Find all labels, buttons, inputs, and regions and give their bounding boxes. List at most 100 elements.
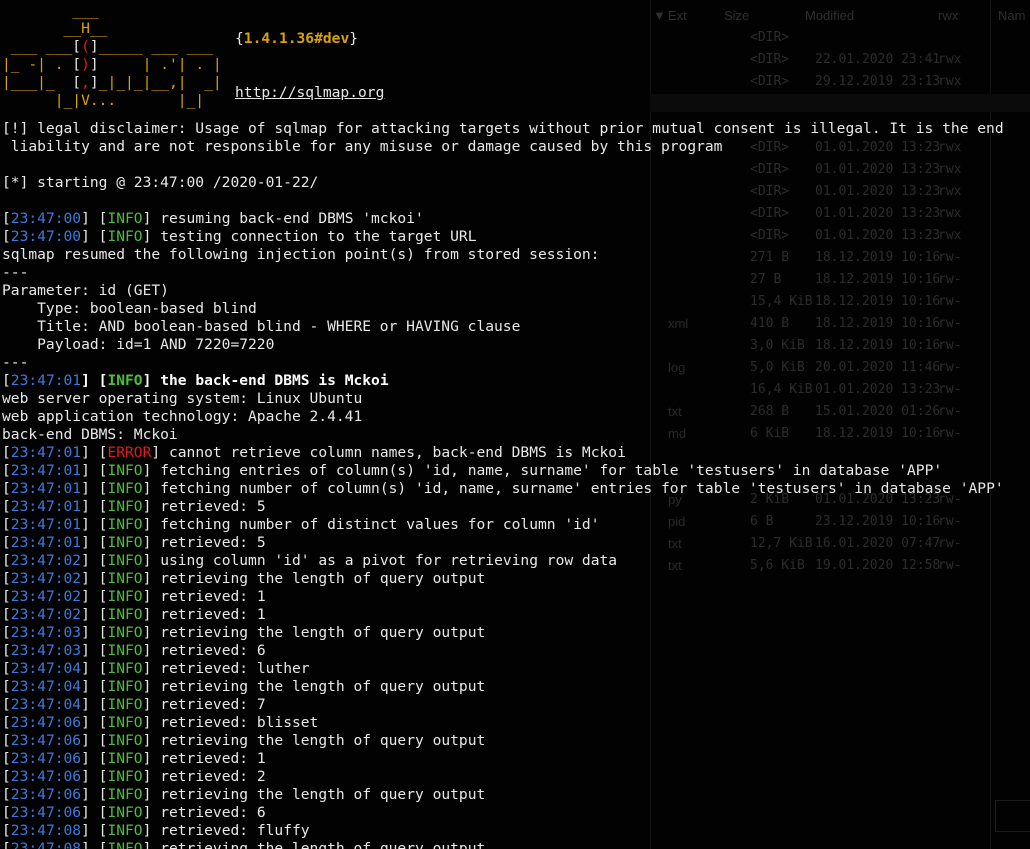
log-line: Payload: id=1 AND 7220=7220 [2,336,1030,354]
log-line: [23:47:01] [ERROR] cannot retrieve colum… [2,444,1030,462]
bracket: ] [151,444,161,461]
log-timestamp: 23:47:08 [10,840,82,849]
log-message: retrieved: 6 [151,642,266,659]
background-cell-rwx: rwx [938,52,962,67]
log-text: [!] legal disclaimer: Usage of sqlmap fo… [2,120,1004,137]
log-text: --- [2,354,29,371]
sqlmap-url-link[interactable]: http://sqlmap.org [235,84,384,102]
bracket: [ [2,552,11,569]
log-line: [23:47:06] [INFO] retrieving the length … [2,732,1030,750]
log-level-info: INFO [107,480,143,497]
version-label: {1.4.1.36#dev} [235,30,359,47]
log-line: [23:47:06] [INFO] retrieved: 6 [2,804,1030,822]
log-text: Title: AND boolean-based blind - WHERE o… [2,318,521,335]
log-line: --- [2,354,1030,372]
bracket: [ [2,822,11,839]
log-line: [23:47:02] [INFO] using column 'id' as a… [2,552,1030,570]
log-line: --- [2,264,1030,282]
log-level-info: INFO [107,822,143,839]
bracket: ] [ [81,228,108,245]
log-line: [23:47:02] [INFO] retrieving the length … [2,570,1030,588]
log-message: retrieved: 7 [151,696,266,713]
log-line: [23:47:02] [INFO] retrieved: 1 [2,606,1030,624]
bracket: ] [ [81,786,108,803]
bracket: [ [2,642,11,659]
log-message: retrieved: 5 [151,498,266,515]
log-line: [23:47:06] [INFO] retrieving the length … [2,786,1030,804]
terminal-window[interactable]: ▼ Ext Size Modified rwx Nam <DIR> <DIR> 22… [0,0,1030,849]
log-line: [23:47:04] [INFO] retrieved: luther [2,660,1030,678]
log-line: [23:47:00] [INFO] resuming back-end DBMS… [2,210,1030,228]
log-message: fetching entries of column(s) 'id, name,… [151,462,943,479]
log-line: [23:47:02] [INFO] retrieved: 1 [2,588,1030,606]
log-line: [23:47:01] [INFO] fetching number of dis… [2,516,1030,534]
log-message: retrieved: blisset [151,714,319,731]
log-timestamp: 23:47:02 [10,552,82,569]
bracket: [ [2,750,11,767]
log-line: [23:47:04] [INFO] retrieving the length … [2,678,1030,696]
bracket: ] [ [81,822,108,839]
bracket: ] [ [81,714,108,731]
bracket: [ [2,624,11,641]
bracket: [ [2,804,11,821]
sqlmap-ascii-logo: ___ __H__ ___ ___[(]_____ ___ ___ |_ -| … [2,2,222,109]
log-message: retrieved: 6 [151,804,266,821]
log-line: Parameter: id (GET) [2,282,1030,300]
column-header-ext: Ext [668,8,687,23]
log-level-info: INFO [107,462,143,479]
log-text: sqlmap resumed the following injection p… [2,246,600,263]
log-level-info: INFO [107,678,143,695]
log-timestamp: 23:47:08 [10,822,82,839]
log-level-info: INFO [107,588,143,605]
terminal-output: [!] legal disclaimer: Usage of sqlmap fo… [2,120,1030,849]
background-cell-modified: 22.01.2020 23:41 [815,52,941,67]
bracket: ] [ [81,624,108,641]
log-level-info: INFO [107,642,143,659]
log-message: testing connection to the target URL [151,228,477,245]
log-timestamp: 23:47:01 [10,516,82,533]
bracket: ] [ [81,696,108,713]
log-line: [23:47:00] [INFO] testing connection to … [2,228,1030,246]
log-level-info: INFO [107,570,143,587]
log-timestamp: 23:47:04 [10,696,82,713]
bracket: [ [2,732,11,749]
bracket: [ [2,516,11,533]
log-timestamp: 23:47:04 [10,660,82,677]
log-text: web server operating system: Linux Ubunt… [2,390,363,407]
log-message: retrieved: 2 [151,768,266,785]
bracket: ] [ [81,588,108,605]
log-timestamp: 23:47:06 [10,768,82,785]
bracket: [ [2,372,11,389]
bracket: [ [2,228,11,245]
log-message: retrieved: 1 [151,588,266,605]
log-line: [23:47:01] [INFO] fetching number of col… [2,480,1030,498]
log-message: fetching number of column(s) 'id, name, … [151,480,1004,497]
bracket: ] [ [81,462,108,479]
log-timestamp: 23:47:04 [10,678,82,695]
log-line: [23:47:01] [INFO] retrieved: 5 [2,534,1030,552]
log-line: [23:47:03] [INFO] retrieving the length … [2,624,1030,642]
log-level-info: INFO [107,534,143,551]
log-message: retrieved: fluffy [151,822,310,839]
background-cell-size: <DIR> [750,74,790,89]
log-message: retrieved: luther [151,660,310,677]
bracket: [ [2,444,11,461]
bracket: ] [ [81,606,108,623]
log-line: web application technology: Apache 2.4.4… [2,408,1030,426]
log-level-info: INFO [107,606,143,623]
bracket: ] [ [81,480,108,497]
bracket: [ [2,210,11,227]
log-line: [23:47:03] [INFO] retrieved: 6 [2,642,1030,660]
bracket: [ [2,606,11,623]
selected-row-highlight [650,94,1030,112]
bracket: [ [2,840,11,849]
log-timestamp: 23:47:01 [10,498,82,515]
log-line: [!] legal disclaimer: Usage of sqlmap fo… [2,120,1030,138]
log-level-info: INFO [107,210,143,227]
log-timestamp: 23:47:02 [10,606,82,623]
column-header-size: Size [724,8,750,23]
log-message: retrieving the length of query output [151,624,486,641]
log-message: retrieving the length of query output [151,786,486,803]
bracket: [ [2,570,11,587]
log-line: sqlmap resumed the following injection p… [2,246,1030,264]
